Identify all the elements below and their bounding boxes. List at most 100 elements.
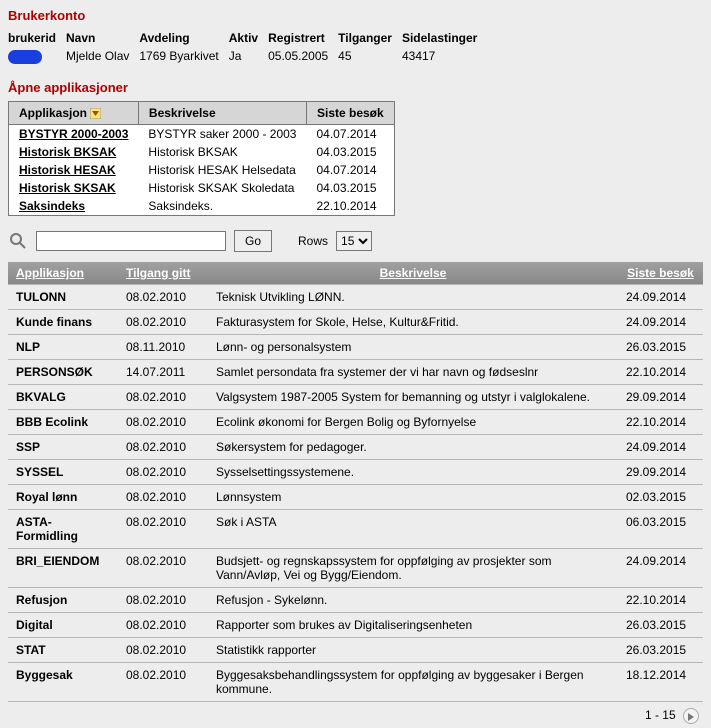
redacted-icon [8,50,42,64]
val-navn: Mjelde Olav [66,47,139,66]
grid-desc: Refusjon - Sykelønn. [208,587,618,612]
grid-tilgang: 08.02.2010 [118,637,208,662]
grid-hdr-besok[interactable]: Siste besøk [618,262,703,285]
open-apps-hdr-date[interactable]: Siste besøk [306,101,394,124]
grid-row: STAT08.02.2010Statistikk rapporter26.03.… [8,637,703,662]
open-app-date: 04.07.2014 [306,124,394,143]
grid-desc: Teknisk Utvikling LØNN. [208,284,618,309]
grid-tilgang: 14.07.2011 [118,359,208,384]
grid-row: Royal lønn08.02.2010Lønnsystem02.03.2015 [8,484,703,509]
search-icon[interactable] [8,231,28,251]
open-app-link[interactable]: Historisk BKSAK [19,145,116,159]
grid-desc: Ecolink økonomi for Bergen Bolig og Byfo… [208,409,618,434]
grid-besok: 29.09.2014 [618,384,703,409]
rows-label: Rows [298,234,328,248]
hdr-aktiv: Aktiv [229,29,268,47]
grid-tilgang: 08.02.2010 [118,309,208,334]
grid-besok: 22.10.2014 [618,587,703,612]
hdr-tilganger: Tilganger [338,29,402,47]
grid-row: BKVALG08.02.2010Valgsystem 1987-2005 Sys… [8,384,703,409]
grid-besok: 26.03.2015 [618,637,703,662]
open-app-link[interactable]: Historisk HESAK [19,163,116,177]
grid-desc: Statistikk rapporter [208,637,618,662]
val-registrert: 05.05.2005 [268,47,338,66]
grid-besok: 26.03.2015 [618,334,703,359]
grid-row: PERSONSØK14.07.2011Samlet persondata fra… [8,359,703,384]
grid-tilgang: 08.11.2010 [118,334,208,359]
grid-row: BRI_EIENDOM08.02.2010Budsjett- og regnsk… [8,548,703,587]
rows-select[interactable]: 15 [336,231,372,251]
grid-app: ASTA-Formidling [8,509,118,548]
grid-app: BBB Ecolink [8,409,118,434]
grid-besok: 06.03.2015 [618,509,703,548]
hdr-navn: Navn [66,29,139,47]
open-apps-row: Historisk HESAK Historisk HESAK Helsedata… [9,161,395,179]
hdr-avdeling: Avdeling [139,29,228,47]
go-button[interactable]: Go [234,230,272,252]
pager-next-button[interactable] [683,708,699,724]
grid-desc: Byggesaksbehandlingssystem for oppfølgin… [208,662,618,701]
search-input[interactable] [36,231,226,251]
val-aktiv: Ja [229,47,268,66]
grid-app: Byggesak [8,662,118,701]
open-app-desc: Saksindeks. [138,197,306,216]
open-app-desc: BYSTYR saker 2000 - 2003 [138,124,306,143]
grid-hdr-tilgang[interactable]: Tilgang gitt [118,262,208,285]
grid-row: Kunde finans08.02.2010Fakturasystem for … [8,309,703,334]
grid-desc: Fakturasystem for Skole, Helse, Kultur&F… [208,309,618,334]
open-apps-row: BYSTYR 2000-2003 BYSTYR saker 2000 - 2003… [9,124,395,143]
open-app-desc: Historisk HESAK Helsedata [138,161,306,179]
open-apps-row: Saksindeks Saksindeks.22.10.2014 [9,197,395,216]
grid-tilgang: 08.02.2010 [118,612,208,637]
grid-tilgang: 08.02.2010 [118,434,208,459]
val-tilganger: 45 [338,47,402,66]
grid-row: SSP08.02.2010Søkersystem for pedagoger.2… [8,434,703,459]
grid-hdr-app[interactable]: Applikasjon [8,262,118,285]
pager-range: 1 - 15 [645,708,676,722]
grid-hdr-desc[interactable]: Beskrivelse [208,262,618,285]
access-grid: Applikasjon Tilgang gitt Beskrivelse Sis… [8,262,703,702]
open-app-link[interactable]: Saksindeks [19,199,85,213]
open-app-date: 04.03.2015 [306,143,394,161]
open-app-link[interactable]: Historisk SKSAK [19,181,116,195]
grid-app: TULONN [8,284,118,309]
grid-app: STAT [8,637,118,662]
grid-tilgang: 08.02.2010 [118,662,208,701]
open-app-desc: Historisk BKSAK [138,143,306,161]
grid-app: BRI_EIENDOM [8,548,118,587]
grid-row: Byggesak08.02.2010Byggesaksbehandlingssy… [8,662,703,701]
pager: 1 - 15 [8,702,703,724]
grid-tilgang: 08.02.2010 [118,384,208,409]
open-apps-hdr-app[interactable]: Applikasjon [9,101,139,124]
grid-besok: 26.03.2015 [618,612,703,637]
grid-desc: Sysselsettingssystemene. [208,459,618,484]
grid-desc: Lønn- og personalsystem [208,334,618,359]
hdr-registrert: Registrert [268,29,338,47]
open-apps-title: Åpne applikasjoner [8,80,703,95]
val-sidelastinger: 43417 [402,47,487,66]
grid-besok: 24.09.2014 [618,284,703,309]
grid-row: BBB Ecolink08.02.2010Ecolink økonomi for… [8,409,703,434]
open-app-date: 04.03.2015 [306,179,394,197]
grid-tilgang: 08.02.2010 [118,509,208,548]
grid-app: BKVALG [8,384,118,409]
grid-app: Kunde finans [8,309,118,334]
grid-besok: 24.09.2014 [618,548,703,587]
open-app-date: 22.10.2014 [306,197,394,216]
grid-tilgang: 08.02.2010 [118,548,208,587]
open-apps-hdr-desc[interactable]: Beskrivelse [138,101,306,124]
val-avdeling: 1769 Byarkivet [139,47,228,66]
open-app-date: 04.07.2014 [306,161,394,179]
grid-app: PERSONSØK [8,359,118,384]
open-app-desc: Historisk SKSAK Skoledata [138,179,306,197]
hdr-brukerid: brukerid [8,29,66,47]
open-apps-hdr-app-label: Applikasjon [19,106,87,120]
grid-desc: Budsjett- og regnskapssystem for oppfølg… [208,548,618,587]
grid-app: NLP [8,334,118,359]
sort-desc-icon[interactable] [90,106,101,120]
open-app-link[interactable]: BYSTYR 2000-2003 [19,127,128,141]
user-info-table: brukerid Navn Avdeling Aktiv Registrert … [8,29,487,66]
grid-desc: Samlet persondata fra systemer der vi ha… [208,359,618,384]
grid-desc: Søkersystem for pedagoger. [208,434,618,459]
grid-row: ASTA-Formidling08.02.2010Søk i ASTA06.03… [8,509,703,548]
